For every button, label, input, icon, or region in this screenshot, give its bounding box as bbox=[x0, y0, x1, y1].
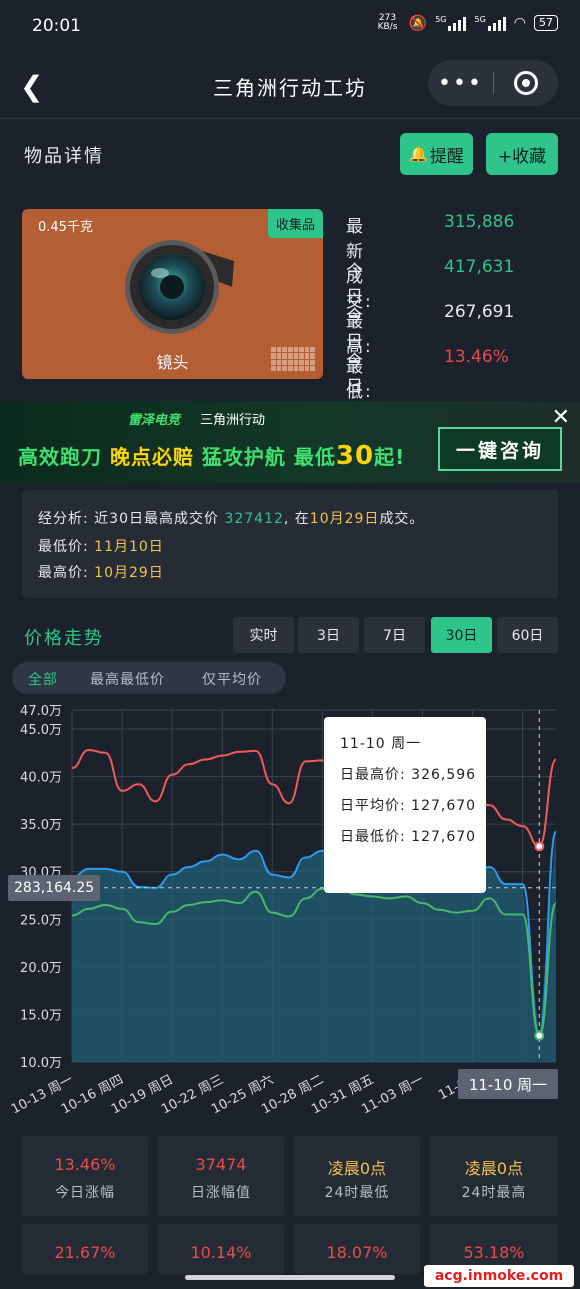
y-tick-label: 45.0万 bbox=[20, 723, 62, 738]
tab-7d[interactable]: 7日 bbox=[364, 617, 425, 653]
close-miniapp-icon[interactable] bbox=[494, 71, 558, 95]
signal-icon-2: 5G bbox=[474, 15, 506, 31]
crosshair-y-label: 283,164.25 bbox=[8, 875, 101, 901]
analysis-line-2: 最低价: 11月10日 bbox=[38, 539, 164, 555]
network-speed: 273 KB/s bbox=[377, 13, 398, 32]
analysis-box: 经分析: 近30日最高成交价 327412, 在10月29日成交。 最低价: 1… bbox=[22, 490, 558, 598]
battery-icon: 57 bbox=[534, 15, 558, 31]
chart-tooltip: 11-10 周一 日最高价: 326,596 日平均价: 127,670 日最低… bbox=[324, 717, 486, 893]
close-icon[interactable]: ✕ bbox=[552, 405, 570, 430]
y-tick-label: 35.0万 bbox=[20, 818, 62, 833]
tab-60d[interactable]: 60日 bbox=[497, 617, 558, 653]
collect-button[interactable]: +收藏 bbox=[486, 133, 558, 175]
ad-consult-button[interactable]: 一键咨询 bbox=[438, 427, 562, 471]
tooltip-low: 日最低价: 127,670 bbox=[340, 829, 477, 845]
ad-brands: 雷泽电竞 三角洲行动 bbox=[128, 413, 266, 428]
status-time: 20:01 bbox=[32, 16, 81, 36]
filter-avg[interactable]: 仅平均价 bbox=[202, 669, 262, 689]
tab-realtime[interactable]: 实时 bbox=[233, 617, 294, 653]
summary-card: 37474 日涨幅值 bbox=[158, 1136, 284, 1216]
filter-all[interactable]: 全部 bbox=[28, 669, 58, 689]
wifi-icon: ◠ bbox=[513, 15, 526, 31]
y-tick-label: 20.0万 bbox=[20, 961, 62, 976]
analysis-line-3: 最高价: 10月29日 bbox=[38, 565, 164, 581]
summary-card: 凌晨0点 24时最高 bbox=[430, 1136, 558, 1216]
summary-card: 18.07% bbox=[294, 1224, 420, 1274]
app-header: ❮ 三角洲行动工坊 ••• bbox=[0, 52, 580, 116]
summary-card: 21.67% bbox=[22, 1224, 148, 1274]
tooltip-high: 日最高价: 326,596 bbox=[340, 767, 477, 783]
status-bar: 20:01 273 KB/s 🔕 5G 5G ◠ 57 bbox=[0, 0, 580, 52]
miniapp-capsule: ••• bbox=[428, 60, 558, 106]
item-card: 0.45千克 收集品 镜头 bbox=[22, 209, 323, 379]
low-point-marker bbox=[534, 1030, 545, 1041]
mute-bell-icon: 🔕 bbox=[408, 14, 428, 32]
price-chart[interactable]: 47.0万45.0万40.0万35.0万30.0万25.0万20.0万15.0万… bbox=[0, 700, 580, 1120]
watermark: acg.inmoke.com bbox=[424, 1265, 574, 1287]
home-indicator[interactable] bbox=[185, 1275, 395, 1280]
ad-banner[interactable]: 雷泽电竞 三角洲行动 高效跑刀 晚点必赔 猛攻护航 最低30起! 一键咨询 ✕ bbox=[0, 401, 580, 483]
filter-high-low[interactable]: 最高最低价 bbox=[90, 669, 165, 689]
high-point-marker bbox=[534, 841, 545, 852]
section-title: 物品详情 bbox=[24, 146, 104, 167]
summary-card: 凌晨0点 24时最低 bbox=[294, 1136, 420, 1216]
remind-button[interactable]: 🔔 提醒 bbox=[400, 133, 473, 175]
ad-headline: 高效跑刀 晚点必赔 猛攻护航 最低30起! bbox=[18, 441, 406, 471]
y-tick-label: 47.0万 bbox=[20, 704, 62, 719]
y-tick-label: 25.0万 bbox=[20, 913, 62, 928]
summary-card: 13.46% 今日涨幅 bbox=[22, 1136, 148, 1216]
tooltip-avg: 日平均价: 127,670 bbox=[340, 798, 477, 814]
series-filter: 全部 最高最低价 仅平均价 bbox=[12, 662, 286, 694]
inventory-grid-icon bbox=[271, 347, 315, 371]
analysis-line-1: 经分析: 近30日最高成交价 327412, 在10月29日成交。 bbox=[38, 511, 425, 527]
y-tick-label: 10.0万 bbox=[20, 1056, 62, 1071]
summary-card: 10.14% bbox=[158, 1224, 284, 1274]
trend-title: 价格走势 bbox=[24, 628, 104, 649]
tab-3d[interactable]: 3日 bbox=[298, 617, 359, 653]
signal-icon: 5G bbox=[435, 15, 467, 31]
more-icon[interactable]: ••• bbox=[428, 71, 493, 96]
y-tick-label: 40.0万 bbox=[20, 771, 62, 786]
bell-icon: 🔔 bbox=[409, 145, 428, 163]
crosshair-x-label: 11-10 周一 bbox=[458, 1069, 558, 1099]
status-icons: 273 KB/s 🔕 5G 5G ◠ 57 bbox=[375, 13, 558, 32]
y-tick-label: 15.0万 bbox=[20, 1008, 62, 1023]
tooltip-date: 11-10 周一 bbox=[340, 736, 422, 752]
tab-30d[interactable]: 30日 bbox=[431, 617, 492, 653]
